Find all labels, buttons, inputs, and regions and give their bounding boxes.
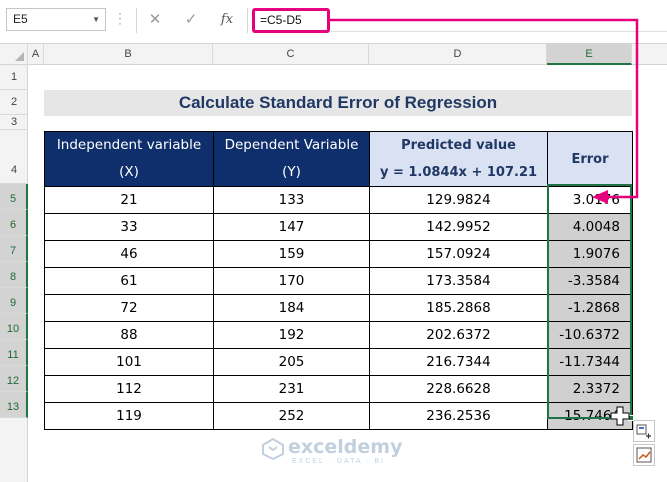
- table-row: 72 184 185.2868 -1.2868: [44, 294, 633, 322]
- sheet-title[interactable]: Calculate Standard Error of Regression: [44, 90, 632, 116]
- table-row: 33 147 142.9952 4.0048: [44, 213, 633, 241]
- cell-predicted[interactable]: 216.7344: [369, 348, 548, 376]
- select-all-triangle-icon[interactable]: [15, 52, 24, 61]
- table-row: 88 192 202.6372 -10.6372: [44, 321, 633, 349]
- row-header[interactable]: 1: [0, 65, 28, 90]
- formula-bar: E5 ▼ · · · ✕ ✓ fx =C5-D5: [0, 0, 667, 40]
- cell-x[interactable]: 46: [44, 240, 214, 268]
- cell-predicted[interactable]: 202.6372: [369, 321, 548, 349]
- cell-y[interactable]: 205: [213, 348, 370, 376]
- row-header[interactable]: 2: [0, 90, 28, 115]
- row-header[interactable]: 6: [0, 210, 28, 236]
- header-independent-label: Independent variable: [56, 137, 202, 153]
- table-row: 101 205 216.7344 -11.7344: [44, 348, 633, 376]
- header-predicted-label: Predicted value: [401, 138, 516, 153]
- header-dependent[interactable]: Dependent Variable (Y): [213, 131, 370, 187]
- name-box[interactable]: E5 ▼: [6, 8, 106, 31]
- cell-predicted[interactable]: 129.9824: [369, 186, 548, 214]
- selection-range[interactable]: [547, 184, 632, 419]
- column-header-a[interactable]: A: [28, 44, 44, 65]
- column-header-d[interactable]: D: [369, 44, 547, 65]
- cell-y[interactable]: 159: [213, 240, 370, 268]
- cell-x[interactable]: 21: [44, 186, 214, 214]
- row-header[interactable]: 3: [0, 115, 28, 130]
- cell-predicted[interactable]: 142.9952: [369, 213, 548, 241]
- cell-x[interactable]: 33: [44, 213, 214, 241]
- enter-icon[interactable]: ✓: [178, 9, 204, 31]
- insert-function-icon[interactable]: fx: [214, 9, 240, 31]
- cell-x[interactable]: 101: [44, 348, 214, 376]
- cell-predicted[interactable]: 157.0924: [369, 240, 548, 268]
- cell-x[interactable]: 112: [44, 375, 214, 403]
- row-header[interactable]: 5: [0, 184, 28, 210]
- cell-predicted[interactable]: 236.2536: [369, 402, 548, 430]
- name-box-value: E5: [13, 12, 28, 26]
- watermark: exceldemy EXCEL · DATA · BI: [258, 436, 418, 476]
- cell-predicted[interactable]: 173.3584: [369, 267, 548, 295]
- watermark-tagline: EXCEL · DATA · BI: [292, 458, 385, 465]
- cross-cursor-icon: [610, 406, 630, 426]
- cell-y[interactable]: 252: [213, 402, 370, 430]
- cell-x[interactable]: 88: [44, 321, 214, 349]
- row-header[interactable]: 13: [0, 392, 28, 418]
- table-row: 61 170 173.3584 -3.3584: [44, 267, 633, 295]
- column-header-e[interactable]: E: [547, 44, 632, 65]
- cell-x[interactable]: 72: [44, 294, 214, 322]
- cell-x[interactable]: 61: [44, 267, 214, 295]
- cell-y[interactable]: 192: [213, 321, 370, 349]
- row-header[interactable]: 7: [0, 236, 28, 262]
- column-header-b[interactable]: B: [44, 44, 213, 65]
- header-independent-symbol: (X): [119, 164, 139, 180]
- exceldemy-logo-icon: [262, 438, 284, 460]
- data-table: Independent variable (X) Dependent Varia…: [44, 131, 633, 430]
- header-predicted[interactable]: Predicted value y = 1.0844x + 107.21: [369, 131, 548, 187]
- row-header[interactable]: 4: [0, 130, 28, 184]
- drag-handle-icon[interactable]: · · ·: [118, 7, 122, 29]
- auto-fill-icon: [636, 424, 651, 439]
- header-error-label: Error: [571, 151, 609, 167]
- header-dependent-label: Dependent Variable: [224, 137, 359, 153]
- formula-input[interactable]: =C5-D5: [252, 8, 330, 33]
- cell-y[interactable]: 231: [213, 375, 370, 403]
- header-error[interactable]: Error: [547, 131, 633, 187]
- cell-predicted[interactable]: 185.2868: [369, 294, 548, 322]
- chevron-down-icon[interactable]: ▼: [92, 9, 100, 30]
- cell-y[interactable]: 184: [213, 294, 370, 322]
- cell-x[interactable]: 119: [44, 402, 214, 430]
- auto-fill-options-button[interactable]: [633, 420, 655, 442]
- cell-predicted[interactable]: 228.6628: [369, 375, 548, 403]
- table-row: 21 133 129.9824 3.0176: [44, 186, 633, 214]
- table-row: 46 159 157.0924 1.9076: [44, 240, 633, 268]
- cell-y[interactable]: 147: [213, 213, 370, 241]
- watermark-name: exceldemy: [288, 436, 403, 458]
- row-header[interactable]: 8: [0, 262, 28, 288]
- header-dependent-symbol: (Y): [282, 164, 301, 180]
- row-header[interactable]: 11: [0, 340, 28, 366]
- column-header-c[interactable]: C: [213, 44, 369, 65]
- table-header-row: Independent variable (X) Dependent Varia…: [44, 131, 633, 187]
- row-headers: 1 2 3 4 5 6 7 8 9 10 11 12 13: [0, 65, 28, 482]
- row-header[interactable]: 12: [0, 366, 28, 392]
- cell-y[interactable]: 133: [213, 186, 370, 214]
- quick-analysis-button[interactable]: [633, 444, 655, 466]
- quick-analysis-icon: [636, 447, 652, 463]
- table-row: 119 252 236.2536 15.7464: [44, 402, 633, 430]
- row-header[interactable]: 10: [0, 314, 28, 340]
- row-header[interactable]: 9: [0, 288, 28, 314]
- formula-input-area[interactable]: [330, 10, 667, 32]
- cancel-icon[interactable]: ✕: [142, 9, 168, 31]
- header-independent[interactable]: Independent variable (X): [44, 131, 214, 187]
- cell-y[interactable]: 170: [213, 267, 370, 295]
- table-row: 112 231 228.6628 2.3372: [44, 375, 633, 403]
- header-predicted-equation: y = 1.0844x + 107.21: [379, 165, 538, 180]
- column-headers: A B C D E: [0, 43, 667, 65]
